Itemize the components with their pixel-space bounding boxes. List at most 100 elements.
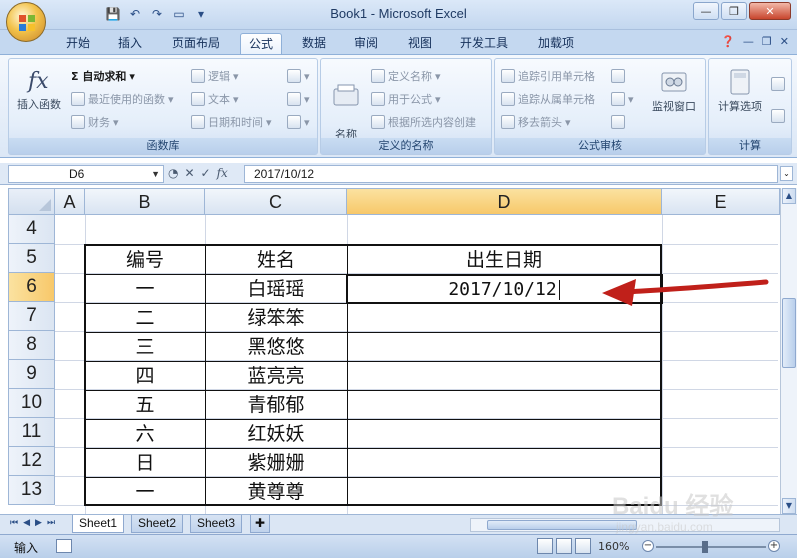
close-doc-icon[interactable]: ✕ [780,35,789,48]
text-button[interactable]: 文本 ▾ [191,90,239,108]
tab-data[interactable]: 数据 [294,33,334,54]
page-break-view-icon[interactable] [575,538,591,554]
row-header-7[interactable]: 7 [8,302,55,331]
cell-id[interactable]: 三 [86,333,204,362]
prev-sheet-icon[interactable]: ◀ [23,518,30,528]
tab-addins[interactable]: 加载项 [530,33,582,54]
close-button[interactable]: ✕ [749,2,791,20]
sheet-tab-sheet1[interactable]: Sheet1 [72,515,125,533]
cell-name[interactable]: 黄尊尊 [206,478,346,507]
cell-name[interactable]: 紫姗姗 [206,449,346,478]
tab-page-layout[interactable]: 页面布局 [164,33,228,54]
tab-formulas[interactable]: 公式 [240,33,283,54]
scroll-up-icon[interactable]: ▲ [782,188,796,204]
last-sheet-icon[interactable]: ⏭ [47,518,55,528]
column-header-D[interactable]: D [347,188,662,215]
define-name-button[interactable]: 定义名称 ▾ [371,67,441,85]
row-header-13[interactable]: 13 [8,476,55,505]
create-from-selection-button[interactable]: 根据所选内容创建 [371,113,476,131]
math-trig-button[interactable]: ▾ [287,90,310,108]
row-header-8[interactable]: 8 [8,331,55,360]
expand-formula-bar-icon[interactable]: ⌄ [780,166,793,181]
row-header-11[interactable]: 11 [8,418,55,447]
column-header-B[interactable]: B [85,188,205,215]
insert-sheet-icon[interactable]: ✚ [250,515,271,533]
name-box[interactable]: D6 ▼ [8,165,164,183]
tab-review[interactable]: 审阅 [346,33,386,54]
cell-name[interactable]: 蓝亮亮 [206,362,346,391]
cell-name[interactable]: 绿笨笨 [206,304,346,333]
cell-id[interactable]: 一 [86,478,204,507]
financial-button[interactable]: 财务 ▾ [71,113,119,131]
sheet-tab-sheet2[interactable]: Sheet2 [131,515,184,533]
cell-name[interactable]: 青郁郁 [206,391,346,420]
trace-dependents-button[interactable]: 追踪从属单元格 [501,90,595,108]
column-header-E[interactable]: E [662,188,780,215]
evaluate-formula-button[interactable] [611,113,625,131]
cancel-entry-icon[interactable]: ✕ [184,166,194,180]
autosum-button[interactable]: Σ 自动求和 ▾ [71,67,135,85]
remove-arrows-button[interactable]: 移去箭头 ▾ [501,113,571,131]
date-time-button[interactable]: 日期和时间 ▾ [191,113,272,131]
chevron-down-icon[interactable]: ▼ [151,166,160,182]
sheet-tab-sheet3[interactable]: Sheet3 [190,515,243,533]
tab-developer[interactable]: 开发工具 [452,33,516,54]
header-cell-id[interactable]: 编号 [86,246,204,275]
cell-name[interactable]: 黑悠悠 [206,333,346,362]
row-header-10[interactable]: 10 [8,389,55,418]
show-formulas-button[interactable] [611,67,625,85]
formula-input[interactable]: 2017/10/12 [244,165,778,183]
cell-id[interactable]: 二 [86,304,204,333]
confirm-entry-icon[interactable]: ✓ [201,166,211,180]
scroll-thumb[interactable] [782,298,796,368]
logical-button[interactable]: 逻辑 ▾ [191,67,239,85]
watch-window-button[interactable]: 监视窗口 [645,67,703,114]
first-sheet-icon[interactable]: ⏮ [10,518,18,528]
restore-doc-icon[interactable]: ❐ [762,35,772,48]
cell-id[interactable]: 日 [86,449,204,478]
row-header-5[interactable]: 5 [8,244,55,273]
restore-button[interactable]: ❐ [721,2,747,20]
zoom-slider[interactable]: − + [642,540,782,554]
normal-view-icon[interactable] [537,538,553,554]
row-header-6[interactable]: 6 [8,273,55,302]
calc-options-button[interactable]: 计算选项 [711,67,769,114]
calc-now-button[interactable] [771,75,785,93]
tab-home[interactable]: 开始 [58,33,98,54]
cell-id[interactable]: 六 [86,420,204,449]
vertical-scrollbar[interactable]: ▲ ▼ [780,188,797,514]
minimize-button[interactable]: — [693,2,719,20]
cell-name[interactable]: 白瑶瑶 [206,275,346,304]
insert-function-button[interactable]: fx 插入函数 [13,65,65,112]
use-in-formula-button[interactable]: 用于公式 ▾ [371,90,441,108]
row-header-4[interactable]: 4 [8,215,55,244]
office-button[interactable] [6,2,46,42]
recent-functions-button[interactable]: 最近使用的函数 ▾ [71,90,174,108]
macro-record-icon[interactable] [56,539,72,553]
tab-insert[interactable]: 插入 [110,33,150,54]
page-layout-view-icon[interactable] [556,538,572,554]
column-header-C[interactable]: C [205,188,347,215]
lookup-button[interactable]: ▾ [287,67,310,85]
tab-view[interactable]: 视图 [400,33,440,54]
row-header-12[interactable]: 12 [8,447,55,476]
calc-sheet-button[interactable] [771,107,785,125]
help-icon[interactable]: ❓ [721,35,735,48]
cell-name[interactable]: 红妖妖 [206,420,346,449]
more-functions-button[interactable]: ▾ [287,113,310,131]
minimize-doc-icon[interactable]: — [743,35,754,48]
zoom-knob[interactable] [702,541,708,553]
resize-handle-icon[interactable]: ◔ [168,166,178,180]
scroll-down-icon[interactable]: ▼ [782,498,796,514]
column-header-A[interactable]: A [55,188,85,215]
worksheet-grid[interactable]: A B C D E 4 5 6 7 8 9 10 11 12 13 编号 姓名 … [0,188,780,514]
select-all-button[interactable] [8,188,55,215]
next-sheet-icon[interactable]: ▶ [35,518,42,528]
error-checking-button[interactable]: ▾ [611,90,634,108]
header-cell-name[interactable]: 姓名 [206,246,346,275]
trace-precedents-button[interactable]: 追踪引用单元格 [501,67,595,85]
row-header-9[interactable]: 9 [8,360,55,389]
insert-function-icon[interactable]: fx [217,166,228,180]
cell-id[interactable]: 四 [86,362,204,391]
cell-id[interactable]: 一 [86,275,204,304]
